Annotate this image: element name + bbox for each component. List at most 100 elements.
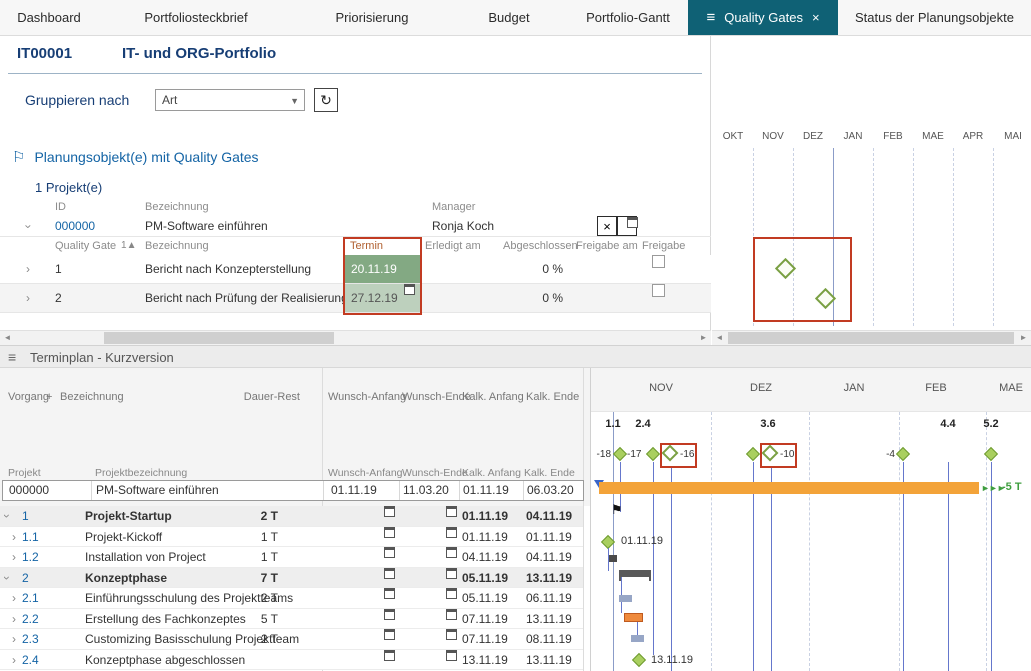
task-row[interactable]: › 2 Konzeptphase 7 T 05.11.19 13.11.19 <box>0 568 583 589</box>
col-kalk-ende[interactable]: Kalk. Ende <box>526 391 579 403</box>
tab-quality-gates[interactable]: ≡ Quality Gates × <box>688 0 838 35</box>
horizontal-scrollbar[interactable]: ◄ ► <box>0 330 711 345</box>
scroll-left-icon[interactable]: ◄ <box>0 331 15 345</box>
project-bar[interactable] <box>599 482 979 494</box>
col-bezeichnung[interactable]: Bezeichnung <box>60 391 124 403</box>
chevron-expand-icon[interactable]: › <box>5 506 9 526</box>
tab-status-der-planungsobjekte[interactable]: Status der Planungsobjekte <box>838 0 1031 35</box>
freigabe-checkbox[interactable] <box>652 255 665 268</box>
quality-gate-diamond[interactable] <box>662 445 679 462</box>
tab-portfoliosteckbrief[interactable]: Portfoliosteckbrief <box>98 0 294 35</box>
scroll-right-icon[interactable]: ► <box>696 331 711 345</box>
calendar-icon[interactable] <box>384 568 395 579</box>
chevron-expand-icon[interactable]: › <box>12 527 16 547</box>
chevron-expand-icon[interactable]: › <box>5 568 9 588</box>
tab-dashboard[interactable]: Dashboard <box>0 0 98 35</box>
calendar-icon[interactable] <box>384 609 395 620</box>
calendar-icon[interactable] <box>446 527 457 538</box>
col-kalk-anfang[interactable]: Kalk. Anfang <box>462 391 524 403</box>
calendar-icon[interactable] <box>446 609 457 620</box>
task-bar[interactable] <box>619 595 632 602</box>
milestone-diamond[interactable] <box>646 447 660 461</box>
col-erledigt-am[interactable]: Erledigt am <box>425 237 481 255</box>
calendar-icon[interactable] <box>446 547 457 558</box>
calendar-icon[interactable] <box>404 284 415 295</box>
terminplan-section-bar[interactable]: ≡ Terminplan - Kurzversion <box>0 345 1031 368</box>
delete-button[interactable]: × <box>597 216 617 236</box>
col-abgeschlossen[interactable]: Abgeschlossen <box>503 237 578 255</box>
col-wunsch-ende[interactable]: Wunsch-Ende <box>402 391 471 403</box>
task-row[interactable]: › 2.3 Customizing Basisschulung Projektt… <box>0 629 583 650</box>
col-wunsch-anfang[interactable]: Wunsch-Anfang <box>328 391 406 403</box>
calendar-icon[interactable] <box>446 588 457 599</box>
task-id[interactable]: 2.2 <box>22 609 39 629</box>
task-milestone-diamond[interactable] <box>632 653 646 667</box>
wunsch-ende-value[interactable]: 11.03.20 <box>403 481 449 500</box>
calendar-icon[interactable] <box>384 650 395 661</box>
scroll-right-icon[interactable]: ► <box>1016 331 1031 345</box>
chevron-expand-icon[interactable]: › <box>12 650 16 670</box>
calendar-icon[interactable] <box>384 588 395 599</box>
chevron-expand-icon[interactable]: › <box>12 629 16 649</box>
group-by-select[interactable]: Art ▼ <box>155 89 305 111</box>
gate-termin-cell[interactable]: 27.12.19 <box>345 284 420 312</box>
task-row[interactable]: › 1 Projekt-Startup 2 T 01.11.19 04.11.1… <box>0 506 583 527</box>
calendar-icon[interactable] <box>384 506 395 517</box>
scrollbar-thumb[interactable] <box>728 332 1014 344</box>
calendar-icon[interactable] <box>384 629 395 640</box>
tab-budget[interactable]: Budget <box>450 0 568 35</box>
task-row[interactable]: › 2.1 Einführungsschulung des Projekttea… <box>0 588 583 609</box>
sort-indicator[interactable]: 1▲ <box>121 237 136 255</box>
summary-bar[interactable] <box>619 570 651 577</box>
task-id[interactable]: 1.2 <box>22 547 39 567</box>
scrollbar-thumb[interactable] <box>104 332 334 344</box>
task-bar[interactable] <box>631 635 644 642</box>
chevron-expand-icon[interactable]: › <box>12 588 16 608</box>
quality-gate-diamond[interactable] <box>762 445 779 462</box>
task-row[interactable]: › 1.2 Installation von Project 1 T 04.11… <box>0 547 583 568</box>
phase-flag-icon[interactable]: ⚑ <box>611 502 623 518</box>
col-freigabe[interactable]: Freigabe <box>642 237 685 255</box>
milestone-diamond[interactable] <box>746 447 760 461</box>
close-icon[interactable]: × <box>812 11 820 24</box>
project-row[interactable]: › 000000 PM-Software einführen Ronja Koc… <box>0 216 711 237</box>
calendar-icon[interactable] <box>446 568 457 579</box>
expand-all-button[interactable]: + <box>46 391 52 403</box>
freigabe-checkbox[interactable] <box>652 284 665 297</box>
task-bar-selected[interactable] <box>624 613 643 622</box>
col-quality-gate[interactable]: Quality Gate <box>55 237 116 255</box>
chevron-expand-icon[interactable]: › <box>26 284 30 313</box>
col-gate-bezeichnung[interactable]: Bezeichnung <box>145 237 209 255</box>
task-row[interactable]: › 1.1 Projekt-Kickoff 1 T 01.11.19 01.11… <box>0 527 583 548</box>
chevron-expand-icon[interactable]: › <box>12 609 16 629</box>
col-freigabe-am[interactable]: Freigabe am <box>576 237 638 255</box>
calendar-icon[interactable] <box>446 629 457 640</box>
col-vorgang[interactable]: Vorgang <box>8 391 49 403</box>
chevron-expand-icon[interactable]: › <box>26 255 30 284</box>
task-bar[interactable] <box>609 555 617 562</box>
chevron-expand-icon[interactable]: › <box>12 547 16 567</box>
task-id[interactable]: 2 <box>22 568 29 588</box>
calendar-icon[interactable] <box>384 527 395 538</box>
task-row[interactable]: › 2.2 Erstellung des Fachkonzeptes 5 T 0… <box>0 609 583 630</box>
task-id[interactable]: 2.3 <box>22 629 39 649</box>
col-termin[interactable]: Termin <box>350 237 383 255</box>
task-id[interactable]: 1.1 <box>22 527 39 547</box>
gate-termin-cell[interactable]: 20.11.19 <box>345 255 420 283</box>
task-row[interactable]: › 2.4 Konzeptphase abgeschlossen 13.11.1… <box>0 650 583 671</box>
task-id[interactable]: 2.4 <box>22 650 39 670</box>
gate-row[interactable]: › 1 Bericht nach Konzepterstellung 20.11… <box>0 255 711 284</box>
calendar-icon[interactable] <box>446 506 457 517</box>
refresh-button[interactable]: ↻ <box>314 88 338 112</box>
menu-icon[interactable]: ≡ <box>8 349 16 365</box>
col-dauer-rest[interactable]: Dauer-Rest <box>240 391 300 403</box>
task-id[interactable]: 2.1 <box>22 588 39 608</box>
gate-row[interactable]: › 2 Bericht nach Prüfung der Realisierun… <box>0 284 711 313</box>
scroll-left-icon[interactable]: ◄ <box>712 331 727 345</box>
calendar-icon[interactable] <box>446 650 457 661</box>
menu-icon[interactable]: ≡ <box>706 10 715 25</box>
calendar-icon[interactable] <box>384 547 395 558</box>
milestone-diamond[interactable] <box>613 447 627 461</box>
calendar-button[interactable] <box>617 216 637 236</box>
tab-portfolio-gantt[interactable]: Portfolio-Gantt <box>568 0 688 35</box>
